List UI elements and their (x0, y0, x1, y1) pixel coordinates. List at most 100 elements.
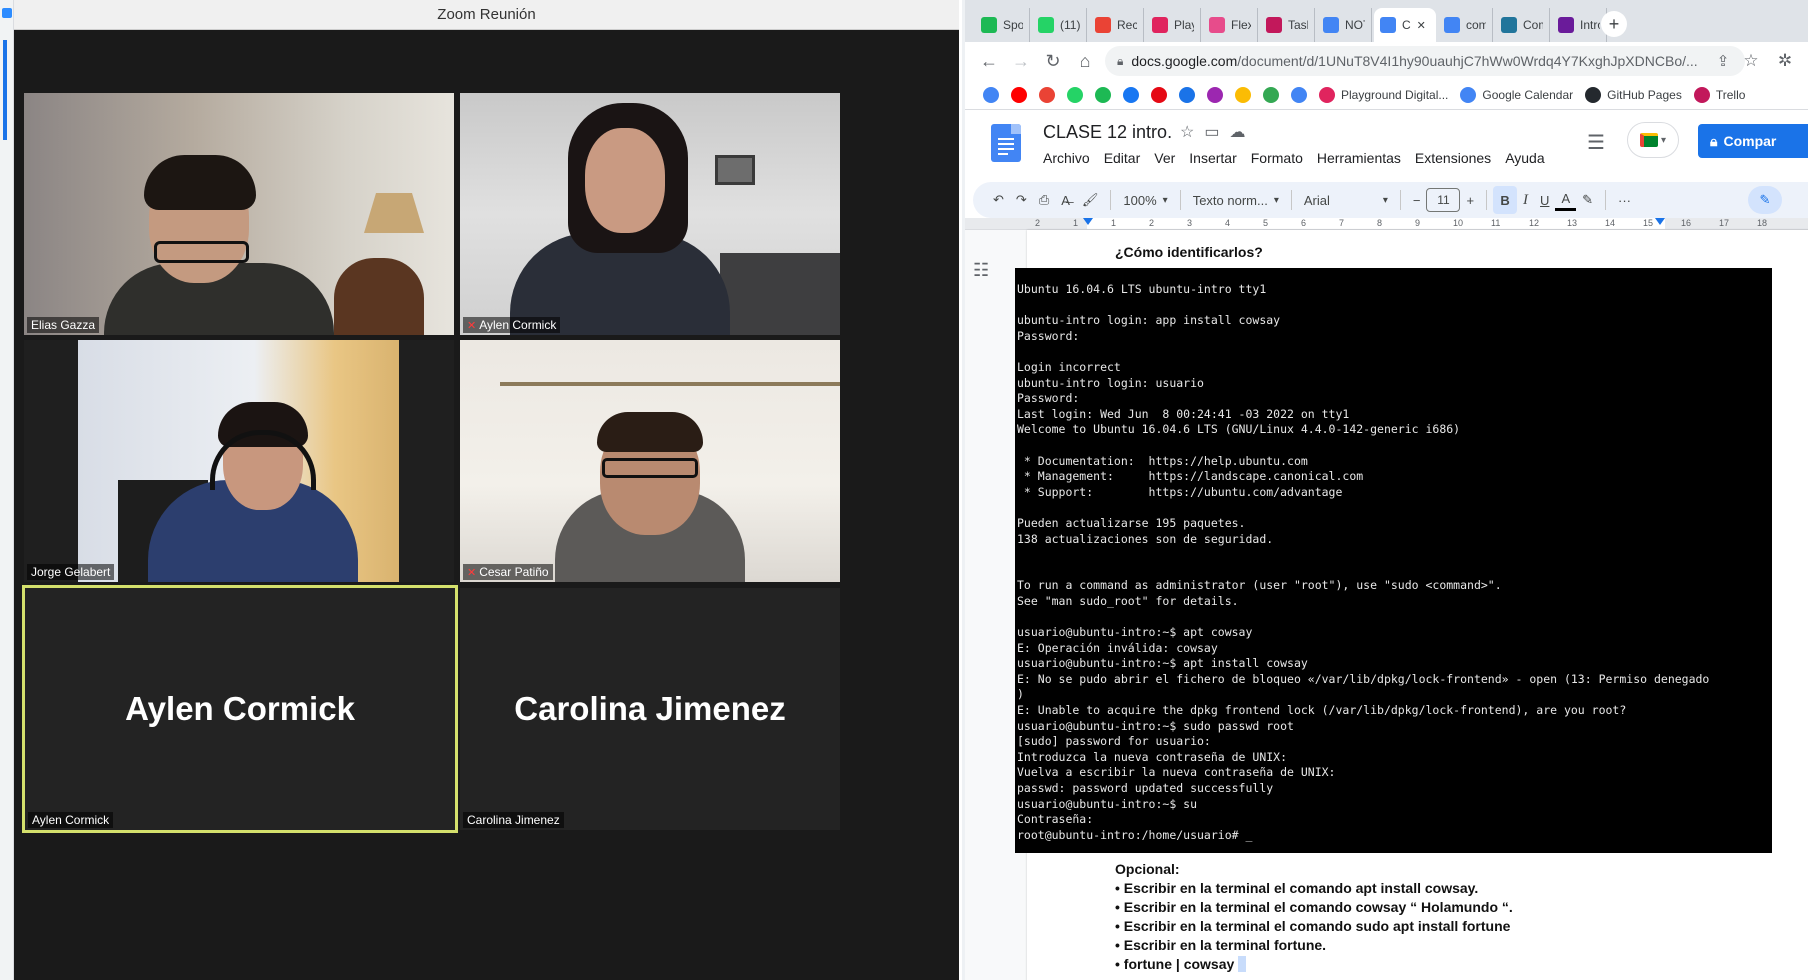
optional-item: • Escribir en la terminal el comando sud… (1115, 918, 1511, 934)
print-icon[interactable]: ⎙ (1033, 186, 1055, 214)
font-size-decrease-button[interactable]: − (1407, 186, 1427, 214)
text-cursor-selection (1238, 956, 1246, 972)
optional-item: • fortune | cowsay (1115, 955, 1513, 974)
more-options-button[interactable]: ··· (1612, 186, 1637, 214)
highlight-icon[interactable]: ✎ (1576, 186, 1599, 214)
close-tab-icon[interactable]: ✕ (1417, 19, 1426, 32)
ruler-number: 18 (1757, 218, 1768, 228)
italic-button[interactable]: I (1517, 186, 1534, 214)
bookmark-label: Trello (1715, 87, 1746, 102)
url-path: /document/d/1UNuT8V4I1hy90uauhjC7hWw0Wrd… (1237, 53, 1698, 69)
browser-tab[interactable]: Play (1146, 8, 1201, 42)
ruler-number: 14 (1605, 218, 1616, 228)
video-tile-jorge[interactable]: Jorge Gelabert (24, 340, 454, 582)
browser-tab[interactable]: NOT (1317, 8, 1372, 42)
ruler-number: 7 (1339, 218, 1345, 228)
bookmark-item[interactable] (1067, 86, 1083, 103)
video-tile-aylen-off[interactable]: Aylen Cormick Aylen Cormick (22, 585, 458, 833)
document-page[interactable]: ¿Cómo identificarlos? Ubuntu 16.04.6 LTS… (1015, 230, 1808, 980)
glasses (602, 458, 698, 478)
video-tile-aylen[interactable]: ✕ Aylen Cormick (460, 93, 840, 335)
menu-formato[interactable]: Formato (1251, 150, 1303, 166)
outline-icon[interactable]: ☷ (973, 260, 989, 281)
video-tile-elias[interactable]: Elias Gazza (24, 93, 454, 335)
undo-icon[interactable]: ↶ (987, 186, 1010, 214)
font-select[interactable]: Arial (1298, 186, 1394, 214)
bookmark-favicon-icon (1011, 86, 1027, 103)
bookmark-item[interactable] (1039, 86, 1055, 103)
menu-herramientas[interactable]: Herramientas (1317, 150, 1401, 166)
indent-marker-icon[interactable] (1083, 218, 1093, 225)
font-size-input[interactable]: 11 (1426, 188, 1461, 212)
ruler-number: 2 (1149, 218, 1155, 228)
bookmark-item[interactable] (983, 86, 999, 103)
video-tile-carolina[interactable]: Carolina Jimenez Carolina Jimenez (460, 588, 840, 830)
bookmark-item[interactable] (1011, 86, 1027, 103)
video-tile-cesar[interactable]: ✕ Cesar Patiño (460, 340, 840, 582)
bookmark-item[interactable] (1151, 86, 1167, 103)
bookmark-star-icon[interactable]: ☆ (1735, 45, 1767, 77)
right-indent-marker-icon[interactable] (1655, 218, 1665, 225)
bookmark-item[interactable] (1095, 86, 1111, 103)
share-button[interactable]: 🔒︎ Compar (1698, 124, 1808, 158)
docs-logo-icon[interactable] (991, 124, 1021, 162)
browser-tab[interactable]: (11) (1032, 8, 1087, 42)
browser-toolbar: ← → ↻ ⌂ 🔒︎ docs.google.com/document/d/1U… (965, 42, 1808, 80)
bookmark-item[interactable]: Google Calendar (1460, 86, 1573, 103)
bookmark-favicon-icon (1319, 86, 1335, 103)
bookmark-item[interactable] (1235, 86, 1251, 103)
bookmark-item[interactable] (1123, 86, 1139, 103)
browser-tab[interactable]: C ✕ (1374, 8, 1436, 42)
browser-tab[interactable]: Flex (1203, 8, 1258, 42)
menu-editar[interactable]: Editar (1104, 150, 1141, 166)
font-size-increase-button[interactable]: + (1460, 186, 1480, 214)
zoom-select[interactable]: 100% (1117, 186, 1173, 214)
bookmark-item[interactable] (1207, 86, 1223, 103)
menu-archivo[interactable]: Archivo (1043, 150, 1090, 166)
zoom-app-icon (2, 8, 12, 18)
back-button[interactable]: ← (973, 45, 1005, 77)
browser-tab[interactable]: Task (1260, 8, 1315, 42)
comment-history-icon[interactable]: ☰ (1587, 130, 1605, 155)
extensions-icon[interactable]: ✲ (1769, 45, 1801, 77)
bookmark-item[interactable]: Trello (1693, 86, 1746, 103)
bookmark-item[interactable]: GitHub Pages (1585, 86, 1682, 103)
forward-button[interactable]: → (1005, 45, 1037, 77)
browser-tab[interactable]: Com (1495, 8, 1550, 42)
ruler-number: 17 (1719, 218, 1730, 228)
browser-tab[interactable]: com (1438, 8, 1493, 42)
menu-ayuda[interactable]: Ayuda (1505, 150, 1544, 166)
meet-button[interactable]: ▾ (1627, 122, 1679, 158)
bold-button[interactable]: B (1493, 186, 1518, 214)
star-icon[interactable]: ☆ (1180, 122, 1194, 142)
menu-insertar[interactable]: Insertar (1189, 150, 1236, 166)
menu-ver[interactable]: Ver (1154, 150, 1175, 166)
browser-tab[interactable]: Reci (1089, 8, 1144, 42)
menu-extensiones[interactable]: Extensiones (1415, 150, 1491, 166)
paint-format-icon[interactable]: 🖌︎ (1076, 186, 1105, 214)
redo-icon[interactable]: ↷ (1010, 186, 1033, 214)
editing-mode-icon[interactable]: ✎ (1748, 186, 1782, 214)
address-bar[interactable]: 🔒︎ docs.google.com/document/d/1UNuT8V4I1… (1105, 46, 1745, 76)
browser-tab[interactable]: Spot (975, 8, 1030, 42)
browser-tab[interactable]: Intro (1552, 8, 1607, 42)
ruler[interactable]: 2 1 1 2 3 4 5 6 7 8 9 10 11 12 13 14 15 16 17 18 (965, 218, 1808, 230)
cloud-status-icon[interactable]: ☁ (1229, 122, 1245, 142)
tab-favicon-icon (1380, 17, 1396, 33)
docs-menu-bar: Archivo Editar Ver Insertar Formato Herr… (1043, 150, 1545, 166)
move-folder-icon[interactable]: ▭ (1204, 122, 1219, 142)
ruler-number: 6 (1301, 218, 1307, 228)
bookmark-item[interactable] (1291, 86, 1307, 103)
style-select[interactable]: Texto norm... (1187, 186, 1285, 214)
spellcheck-icon[interactable]: A̶ (1055, 186, 1076, 214)
new-tab-button[interactable]: + (1601, 11, 1627, 37)
bookmark-item[interactable] (1179, 86, 1195, 103)
text-color-button[interactable]: A (1555, 189, 1577, 211)
home-button[interactable]: ⌂ (1069, 45, 1101, 77)
bookmark-item[interactable]: Playground Digital... (1319, 86, 1448, 103)
bookmark-item[interactable] (1263, 86, 1279, 103)
reload-button[interactable]: ↻ (1037, 45, 1069, 77)
underline-button[interactable]: U (1534, 186, 1555, 214)
document-title[interactable]: CLASE 12 intro. (1043, 122, 1172, 143)
person-hair (597, 412, 703, 452)
